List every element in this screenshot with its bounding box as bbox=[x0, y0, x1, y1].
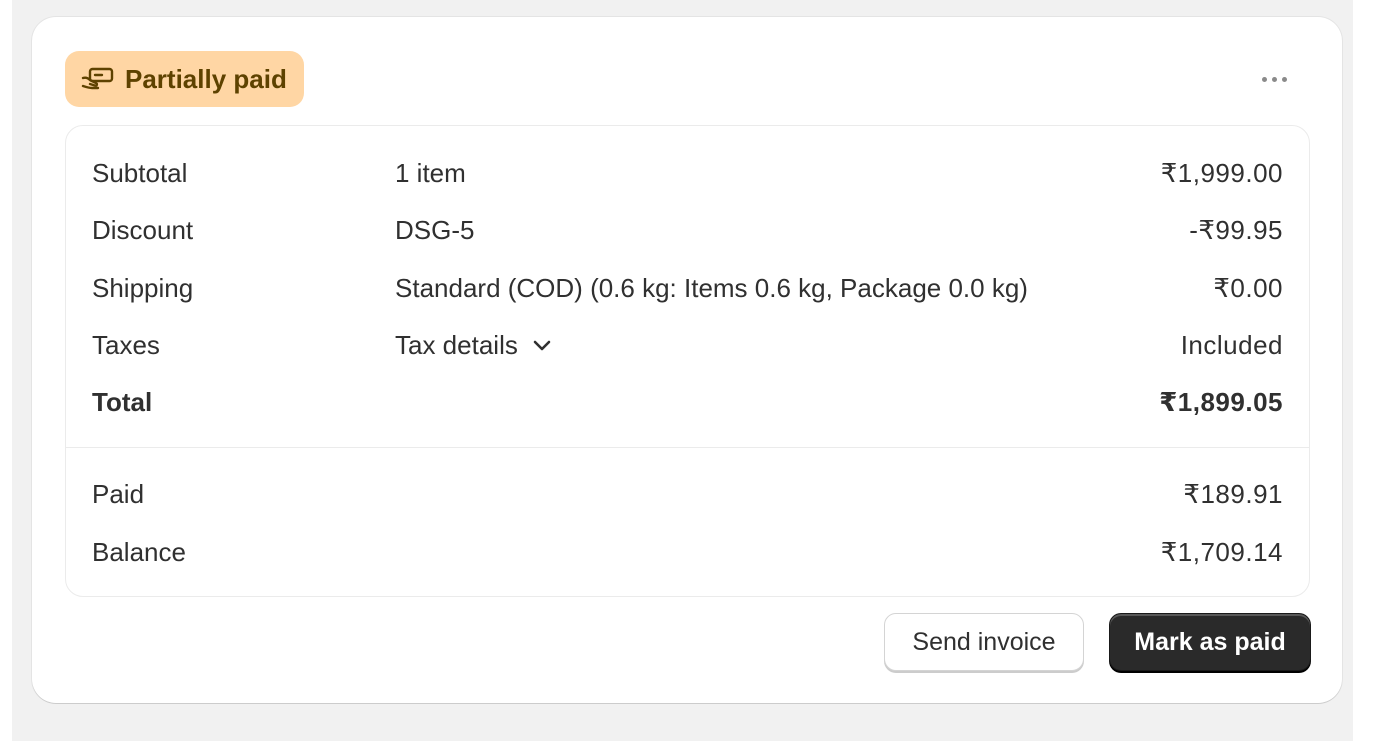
row-amount: ₹1,999.00 bbox=[1160, 157, 1283, 188]
cash-hand-icon bbox=[81, 66, 115, 92]
row-description: 1 item bbox=[395, 157, 466, 188]
row-label: Discount bbox=[92, 214, 194, 245]
more-dot bbox=[1271, 76, 1277, 82]
summary-row-taxes: Taxes Tax details Included bbox=[92, 325, 1283, 365]
row-amount: ₹1,709.14 bbox=[1160, 536, 1283, 567]
more-horizontal-icon bbox=[1261, 76, 1267, 82]
row-description: Tax details bbox=[395, 330, 1181, 361]
more-dot bbox=[1281, 76, 1287, 82]
summary-row-total: Total ₹1,899.05 bbox=[92, 382, 1283, 422]
more-actions-button[interactable] bbox=[1250, 65, 1298, 93]
row-description: DSG-5 bbox=[395, 214, 475, 245]
row-label: Shipping bbox=[92, 272, 194, 303]
payment-row-balance: Balance ₹1,709.14 bbox=[92, 532, 1283, 572]
row-label: Balance bbox=[92, 536, 186, 567]
row-label: Paid bbox=[92, 478, 145, 509]
summary-divider bbox=[66, 447, 1309, 448]
mark-as-paid-button[interactable]: Mark as paid bbox=[1109, 613, 1311, 671]
summary-row-discount: Discount DSG-5 -₹99.95 bbox=[92, 210, 1283, 250]
summary-row-subtotal: Subtotal 1 item ₹1,999.00 bbox=[92, 153, 1283, 193]
order-summary-table: Subtotal 1 item ₹1,999.00 Discount DSG-5… bbox=[65, 125, 1310, 597]
row-amount: Included bbox=[1180, 329, 1283, 360]
page-background: Partially paid Subtotal 1 item ₹1,999.00… bbox=[12, 0, 1353, 741]
row-label: Total bbox=[92, 386, 153, 417]
status-badge: Partially paid bbox=[65, 51, 304, 107]
row-label: Subtotal bbox=[92, 157, 188, 188]
row-description: Standard (COD) (0.6 kg: Items 0.6 kg, Pa… bbox=[395, 272, 1028, 303]
chevron-down-icon bbox=[532, 338, 552, 352]
row-amount: ₹189.91 bbox=[1183, 478, 1283, 509]
payment-summary-card: Partially paid Subtotal 1 item ₹1,999.00… bbox=[32, 17, 1342, 703]
row-label: Taxes bbox=[92, 329, 160, 360]
row-amount: ₹1,899.05 bbox=[1159, 386, 1283, 417]
tax-details-label: Tax details bbox=[395, 329, 518, 360]
status-badge-label: Partially paid bbox=[125, 63, 287, 94]
send-invoice-button[interactable]: Send invoice bbox=[884, 613, 1084, 671]
row-amount: -₹99.95 bbox=[1189, 214, 1283, 245]
summary-row-shipping: Shipping Standard (COD) (0.6 kg: Items 0… bbox=[92, 268, 1283, 308]
payment-row-paid: Paid ₹189.91 bbox=[92, 474, 1283, 514]
tax-details-toggle[interactable]: Tax details bbox=[395, 330, 552, 361]
row-amount: ₹0.00 bbox=[1213, 272, 1283, 303]
